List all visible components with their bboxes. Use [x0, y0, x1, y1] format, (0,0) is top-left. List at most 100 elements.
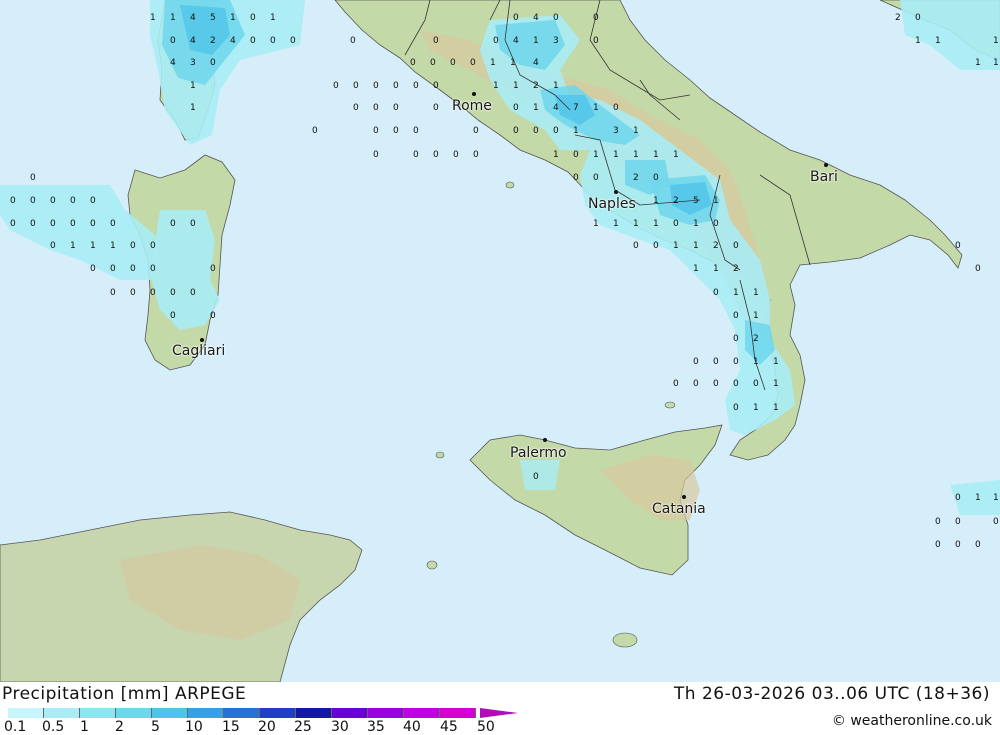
legend-swatch	[440, 708, 476, 718]
svg-text:0: 0	[150, 288, 156, 298]
legend-swatch	[8, 708, 44, 718]
svg-text:0: 0	[353, 103, 359, 113]
svg-text:1: 1	[753, 311, 759, 321]
svg-text:0: 0	[693, 357, 699, 367]
svg-text:1: 1	[713, 196, 719, 206]
svg-text:0: 0	[312, 126, 318, 136]
svg-text:0: 0	[130, 264, 136, 274]
svg-text:0: 0	[30, 219, 36, 229]
svg-text:0: 0	[733, 311, 739, 321]
svg-text:1: 1	[993, 58, 999, 68]
svg-text:0: 0	[150, 241, 156, 251]
svg-text:0: 0	[50, 219, 56, 229]
svg-text:0: 0	[373, 150, 379, 160]
svg-text:0: 0	[653, 173, 659, 183]
svg-text:1: 1	[593, 103, 599, 113]
cagliari-dot	[200, 338, 204, 342]
precipitation-map[interactable]: 1 1 4 5 1 0 1 0 4 2 4 0 0 0 0 4 3 0 1 1 0 0 0 0 0 0 0 0 0 0 0 0 0 0…	[0, 0, 1000, 682]
svg-text:1: 1	[510, 58, 516, 68]
svg-text:0: 0	[673, 219, 679, 229]
svg-text:1: 1	[993, 36, 999, 46]
svg-text:0: 0	[210, 311, 216, 321]
svg-text:5: 5	[210, 13, 216, 23]
svg-text:0: 0	[753, 379, 759, 389]
svg-text:4: 4	[230, 36, 236, 46]
svg-text:2: 2	[713, 241, 719, 251]
lipari-island	[612, 632, 638, 648]
svg-text:0: 0	[30, 173, 36, 183]
map-footer: Precipitation [mm] ARPEGE Th 26-03-2026 …	[0, 682, 1000, 735]
svg-text:2: 2	[673, 196, 679, 206]
svg-text:0: 0	[955, 517, 961, 527]
svg-text:1: 1	[553, 81, 559, 91]
svg-text:0: 0	[210, 264, 216, 274]
catania-dot	[682, 495, 686, 499]
legend-swatch	[80, 708, 116, 718]
svg-text:1: 1	[673, 150, 679, 160]
svg-text:0: 0	[90, 196, 96, 206]
svg-text:0: 0	[513, 13, 519, 23]
svg-text:1: 1	[975, 58, 981, 68]
svg-text:0: 0	[450, 58, 456, 68]
svg-text:3: 3	[190, 58, 196, 68]
svg-text:0: 0	[90, 219, 96, 229]
ponza-island	[505, 181, 515, 189]
svg-text:0: 0	[110, 288, 116, 298]
svg-text:0: 0	[30, 196, 36, 206]
svg-text:1: 1	[553, 150, 559, 160]
svg-text:1: 1	[513, 81, 519, 91]
svg-text:1: 1	[693, 219, 699, 229]
legend-swatch	[116, 708, 152, 718]
credit-link[interactable]: © weatheronline.co.uk	[832, 713, 992, 729]
svg-text:0: 0	[593, 36, 599, 46]
svg-text:1: 1	[753, 403, 759, 413]
svg-text:0: 0	[533, 126, 539, 136]
svg-text:1: 1	[713, 264, 719, 274]
forecast-timestamp: Th 26-03-2026 03..06 UTC (18+36)	[673, 684, 990, 704]
svg-text:1: 1	[633, 150, 639, 160]
svg-text:1: 1	[653, 219, 659, 229]
rome-dot	[472, 92, 476, 96]
svg-text:0: 0	[170, 219, 176, 229]
svg-text:1: 1	[70, 241, 76, 251]
svg-text:0: 0	[373, 103, 379, 113]
svg-text:0: 0	[393, 126, 399, 136]
legend-arrow	[480, 708, 518, 718]
svg-text:0: 0	[110, 264, 116, 274]
svg-text:0: 0	[353, 81, 359, 91]
svg-text:0: 0	[955, 493, 961, 503]
svg-text:0: 0	[430, 58, 436, 68]
svg-text:0: 0	[513, 126, 519, 136]
svg-text:1: 1	[633, 219, 639, 229]
legend-swatch	[188, 708, 224, 718]
svg-text:0: 0	[733, 334, 739, 344]
legend-swatch	[44, 708, 80, 718]
svg-text:0: 0	[170, 36, 176, 46]
svg-text:0: 0	[713, 357, 719, 367]
legend-swatch	[332, 708, 368, 718]
svg-text:3: 3	[553, 36, 559, 46]
svg-text:0: 0	[410, 58, 416, 68]
svg-text:0: 0	[10, 196, 16, 206]
svg-text:0: 0	[110, 219, 116, 229]
legend-swatch	[404, 708, 440, 718]
svg-text:1: 1	[613, 219, 619, 229]
legend-swatch	[152, 708, 188, 718]
svg-text:0: 0	[473, 126, 479, 136]
svg-text:0: 0	[373, 81, 379, 91]
svg-text:1: 1	[935, 36, 941, 46]
svg-text:4: 4	[190, 36, 196, 46]
svg-text:0: 0	[955, 241, 961, 251]
svg-text:0: 0	[413, 126, 419, 136]
svg-text:1: 1	[753, 288, 759, 298]
svg-text:0: 0	[290, 36, 296, 46]
city-label-naples: Naples	[588, 196, 636, 212]
svg-text:0: 0	[170, 288, 176, 298]
svg-text:0: 0	[190, 288, 196, 298]
svg-text:1: 1	[653, 196, 659, 206]
svg-text:0: 0	[70, 219, 76, 229]
svg-text:4: 4	[533, 13, 539, 23]
svg-text:0: 0	[733, 357, 739, 367]
svg-text:0: 0	[553, 126, 559, 136]
svg-text:1: 1	[753, 357, 759, 367]
